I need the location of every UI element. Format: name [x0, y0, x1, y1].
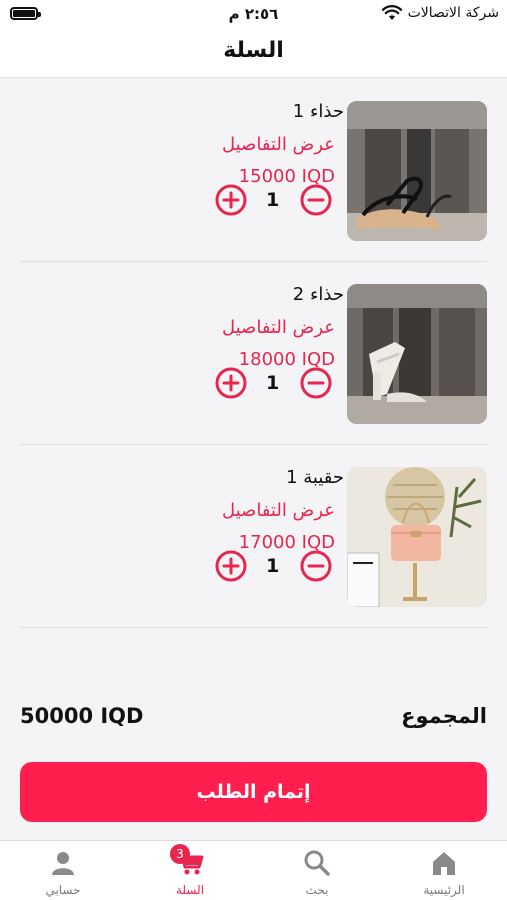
item-name: حذاء 1 — [292, 101, 344, 122]
cart-item-1: حذاء 1 عرض التفاصيل 15000 IQD 1 — [20, 79, 487, 262]
item-name: حقيبة 1 — [286, 467, 344, 488]
tab-label: السلة — [175, 883, 205, 897]
cart-item-3: حقيبة 1 عرض التفاصيل 17000 IQD 1 — [20, 445, 487, 628]
status-bar: ٢:٥٦ م شركة الاتصالات — [0, 0, 507, 30]
tab-label: بحث — [305, 883, 329, 897]
tab-search[interactable]: بحث — [254, 841, 380, 900]
decrease-quantity-button[interactable] — [300, 367, 332, 399]
item-name: حذاء 2 — [292, 284, 344, 305]
quantity-value: 1 — [266, 555, 280, 577]
total-label: المجموع — [401, 704, 487, 728]
user-icon — [52, 852, 74, 875]
view-details-link[interactable]: عرض التفاصيل — [222, 317, 335, 338]
decrease-quantity-button[interactable] — [300, 184, 332, 216]
product-image-bag[interactable] — [347, 467, 487, 607]
tab-label: حسابي — [45, 883, 81, 897]
page-title: السلة — [223, 38, 284, 63]
tab-cart[interactable]: 3 السلة — [127, 841, 253, 900]
increase-quantity-button[interactable] — [215, 550, 247, 582]
cart-item-2: حذاء 2 عرض التفاصيل 18000 IQD 1 — [20, 262, 487, 445]
view-details-link[interactable]: عرض التفاصيل — [222, 134, 335, 155]
search-icon — [304, 850, 330, 876]
increase-quantity-button[interactable] — [215, 367, 247, 399]
header: السلة — [0, 30, 507, 78]
tab-label: الرئيسية — [423, 883, 465, 897]
total-value: 50000 IQD — [20, 704, 144, 728]
cart-badge: 3 — [170, 844, 190, 864]
status-carrier: شركة الاتصالات — [381, 5, 499, 21]
product-image-sandal-white[interactable] — [347, 284, 487, 424]
increase-quantity-button[interactable] — [215, 184, 247, 216]
decrease-quantity-button[interactable] — [300, 550, 332, 582]
tab-account[interactable]: حسابي — [0, 841, 126, 900]
tab-bar: الرئيسية بحث 3 السلة حسابي — [0, 840, 507, 900]
quantity-value: 1 — [266, 189, 280, 211]
checkout-button[interactable]: إتمام الطلب — [20, 762, 487, 822]
product-image-sandal-black[interactable] — [347, 101, 487, 241]
tab-home[interactable]: الرئيسية — [381, 841, 507, 900]
carrier-name: شركة الاتصالات — [407, 5, 499, 21]
view-details-link[interactable]: عرض التفاصيل — [222, 500, 335, 521]
wifi-icon — [381, 5, 402, 20]
quantity-value: 1 — [266, 372, 280, 394]
home-icon — [433, 852, 455, 875]
